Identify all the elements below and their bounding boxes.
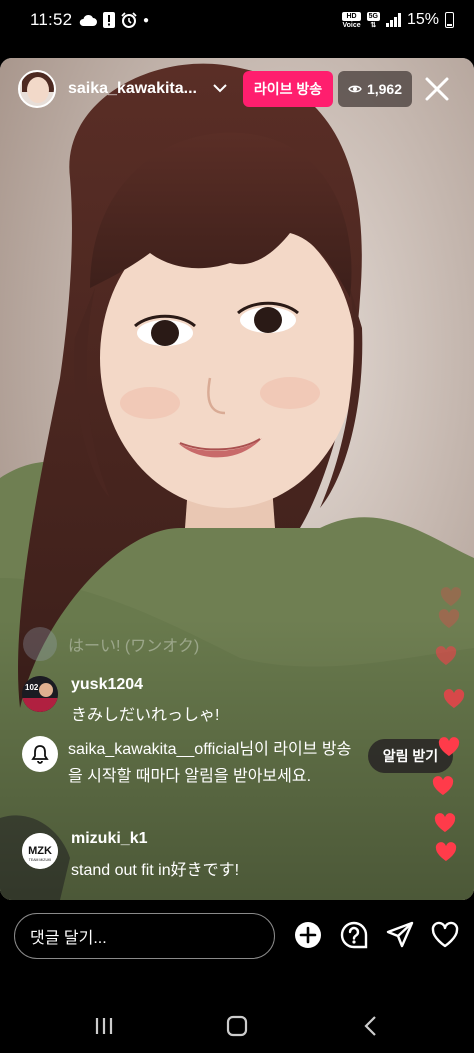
add-icon[interactable]	[293, 920, 323, 950]
svg-text:102: 102	[25, 683, 39, 692]
svg-text:MZK: MZK	[28, 845, 52, 857]
battery-icon	[445, 12, 454, 28]
avatar: MZK TEAM MIZUKI	[22, 833, 58, 869]
heart-icon	[432, 776, 454, 795]
status-icons-left: ●	[79, 10, 149, 30]
chevron-down-icon[interactable]	[213, 84, 227, 93]
alert-icon	[103, 12, 115, 28]
status-bar: 11:52 ● HD Voice 5G ⇅ 15%	[0, 0, 474, 40]
svg-text:TEAM MIZUKI: TEAM MIZUKI	[29, 858, 52, 862]
heart-icon	[434, 813, 456, 832]
heart-icon	[440, 587, 462, 606]
home-icon[interactable]	[222, 1014, 252, 1038]
battery-percent: 15%	[406, 11, 439, 28]
dot-icon: ●	[143, 14, 150, 26]
send-icon[interactable]	[385, 920, 415, 950]
broadcaster-username[interactable]: saika_kawakita...	[68, 80, 197, 98]
heart-icon	[435, 646, 457, 665]
status-time: 11:52	[30, 10, 73, 29]
comment-text: きみしだいれっしゃ!	[71, 707, 220, 724]
live-badge: 라이브 방송	[243, 71, 333, 107]
notify-avatar	[22, 736, 58, 772]
back-icon[interactable]	[356, 1014, 386, 1038]
comment-avatar-yusk1204[interactable]: 102	[22, 676, 58, 712]
faded-avatar	[23, 627, 57, 661]
eye-icon	[348, 85, 362, 93]
avatar: 102	[22, 676, 58, 712]
live-notification-text: saika_kawakita__official님이 라이브 방송을 시작할 때…	[68, 741, 352, 785]
viewer-count-badge[interactable]: 1,962	[338, 71, 412, 107]
heart-icon	[435, 842, 457, 861]
close-icon[interactable]	[422, 74, 452, 104]
status-icons-right: HD Voice 5G ⇅ 15%	[342, 9, 454, 31]
alarm-icon	[121, 12, 137, 28]
comment-faded: はーい! (ワンオク)	[68, 638, 200, 655]
bell-icon	[31, 745, 49, 764]
comment-input[interactable]: 댓글 달기...	[14, 913, 275, 959]
question-icon[interactable]	[339, 920, 369, 950]
comment-username[interactable]: mizuki_k1	[71, 830, 147, 848]
recents-icon[interactable]	[89, 1014, 119, 1038]
heart-icon	[438, 737, 460, 756]
hd-voice-icon: HD Voice	[342, 11, 361, 29]
heart-icon	[443, 689, 465, 708]
system-navigation-bar	[0, 1000, 474, 1053]
network-icon: 5G ⇅	[366, 11, 380, 29]
like-icon[interactable]	[430, 920, 460, 950]
comment-username[interactable]: yusk1204	[71, 676, 143, 694]
broadcaster-avatar[interactable]	[18, 70, 56, 108]
viewer-count: 1,962	[366, 81, 403, 97]
comment-text: stand out fit in好きです!	[71, 862, 240, 879]
comment-avatar-mizuki_k1[interactable]: MZK TEAM MIZUKI	[22, 833, 58, 869]
signal-icon	[385, 13, 401, 27]
cloud-icon	[79, 14, 97, 26]
heart-icon	[438, 609, 460, 628]
